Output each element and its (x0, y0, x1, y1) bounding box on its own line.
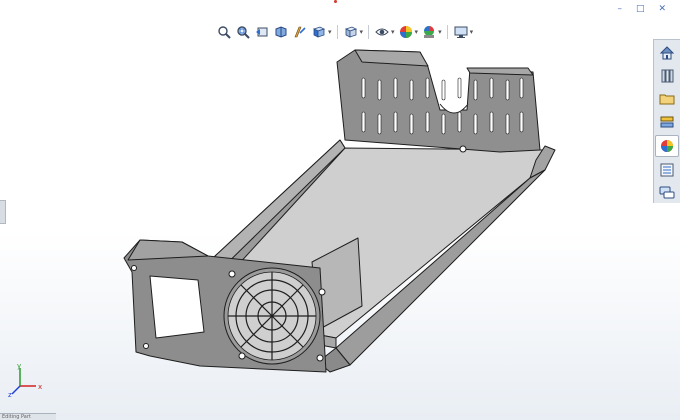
vent-slot (441, 113, 446, 135)
triad-z-label: z (8, 391, 12, 398)
vent-slot (489, 111, 494, 133)
triad-x-label: x (38, 383, 42, 391)
status-bar: Editing Part (0, 413, 56, 420)
vent-slot (505, 113, 510, 135)
vent-slot (489, 77, 494, 99)
vent-slot (425, 111, 430, 133)
orientation-triad: x y z (8, 364, 42, 398)
vent-slot (457, 77, 462, 99)
vent-slot (425, 77, 430, 99)
vent-slot (473, 113, 478, 135)
vent-slot (519, 111, 524, 133)
vent-slot (409, 79, 414, 101)
model-viewport[interactable] (0, 0, 680, 420)
vent-slot (519, 77, 524, 99)
vent-slot (457, 111, 462, 133)
sheet-metal-enclosure (123, 49, 556, 373)
vent-slot (377, 79, 382, 101)
vent-slot (393, 111, 398, 133)
status-text: Editing Part (2, 414, 31, 420)
vent-slot (393, 77, 398, 99)
vent-slot (409, 113, 414, 135)
vent-slot (377, 113, 382, 135)
vent-slot (361, 77, 366, 99)
vent-slot (473, 79, 478, 101)
triad-y-label: y (17, 364, 21, 370)
vent-slot (441, 79, 446, 101)
vent-slot (505, 79, 510, 101)
vent-slot (361, 111, 366, 133)
